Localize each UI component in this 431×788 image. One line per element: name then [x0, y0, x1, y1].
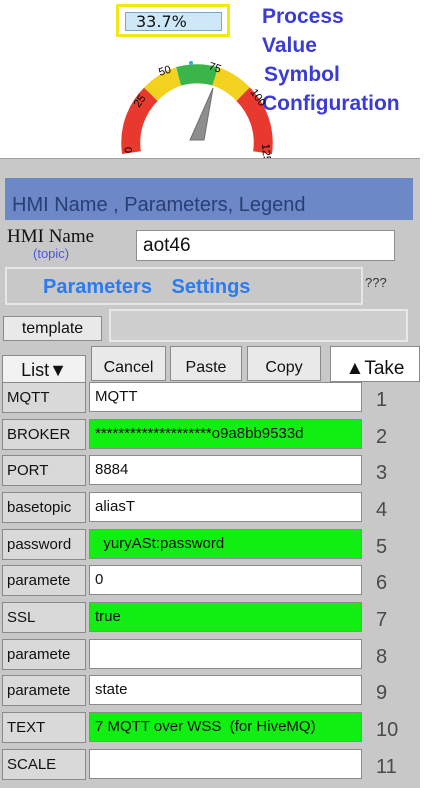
param-value-input[interactable]: MQTT	[89, 382, 362, 412]
panel-header: HMI Name , Parameters, Legend	[5, 178, 413, 220]
param-index: 10	[376, 719, 399, 741]
template-button[interactable]: template	[3, 316, 102, 341]
param-value-input[interactable]: state	[89, 675, 362, 705]
param-value-input[interactable]: ********************o9a8bb9533d	[89, 419, 362, 449]
param-label: MQTT	[2, 382, 86, 413]
gauge-marker-dot	[189, 61, 193, 65]
param-value-input[interactable]: true	[89, 602, 362, 632]
param-label: basetopic	[2, 492, 86, 523]
param-label: SCALE	[2, 749, 86, 780]
param-value-input[interactable]: 0	[89, 565, 362, 595]
gauge-needle	[189, 87, 214, 141]
param-value-input[interactable]	[89, 639, 362, 669]
paste-button[interactable]: Paste	[170, 346, 242, 381]
param-label: paramete	[2, 639, 86, 670]
parameters-settings-bar[interactable]: Parameters Settings	[5, 267, 363, 305]
copy-button[interactable]: Copy	[247, 346, 321, 381]
param-label: SSL	[2, 602, 86, 633]
param-index: 3	[376, 462, 388, 484]
topic-label: (topic)	[33, 246, 70, 261]
hmi-name-input[interactable]: aot46	[136, 230, 395, 261]
param-value-input[interactable]: yuryASt:password	[89, 529, 362, 559]
param-label: paramete	[2, 565, 86, 596]
param-label: TEXT	[2, 712, 86, 743]
param-label: BROKER	[2, 419, 86, 450]
gauge: 0 25 50 75 100 125	[121, 60, 273, 162]
param-value-input[interactable]: 7 MQTT over WSS (for HiveMQ)	[89, 712, 362, 742]
list-button[interactable]: List▼	[2, 355, 86, 385]
cancel-button[interactable]: Cancel	[91, 346, 166, 381]
param-index: 6	[376, 572, 388, 594]
param-index: 2	[376, 426, 388, 448]
hmi-name-label: HMI Name	[7, 226, 95, 247]
param-value-input[interactable]: 8884	[89, 455, 362, 485]
param-value-input[interactable]	[89, 749, 362, 779]
gauge-tick-label: 0	[123, 147, 135, 153]
value-display: 33.7%	[116, 4, 230, 37]
param-index: 5	[376, 536, 388, 558]
param-label: PORT	[2, 455, 86, 486]
gauge-arc-yellow-right	[211, 67, 251, 102]
param-index: 4	[376, 499, 388, 521]
take-button[interactable]: ▲Take	[330, 346, 420, 382]
param-index: 7	[376, 609, 388, 631]
help-link[interactable]: ???	[365, 275, 387, 290]
gauge-arc-yellow-left	[143, 67, 183, 102]
title-line-configuration: Configuration	[262, 92, 400, 115]
param-index: 9	[376, 682, 388, 704]
param-label: password	[2, 529, 86, 560]
param-value-input[interactable]: aliasT	[89, 492, 362, 522]
param-index: 1	[376, 389, 388, 411]
title-line-process: Process	[262, 5, 344, 28]
param-index: 8	[376, 646, 388, 668]
value-readout: 33.7%	[125, 12, 222, 31]
param-label: paramete	[2, 675, 86, 706]
template-field[interactable]	[109, 309, 408, 342]
gauge-arc-green	[176, 64, 218, 86]
param-index: 11	[376, 756, 397, 778]
